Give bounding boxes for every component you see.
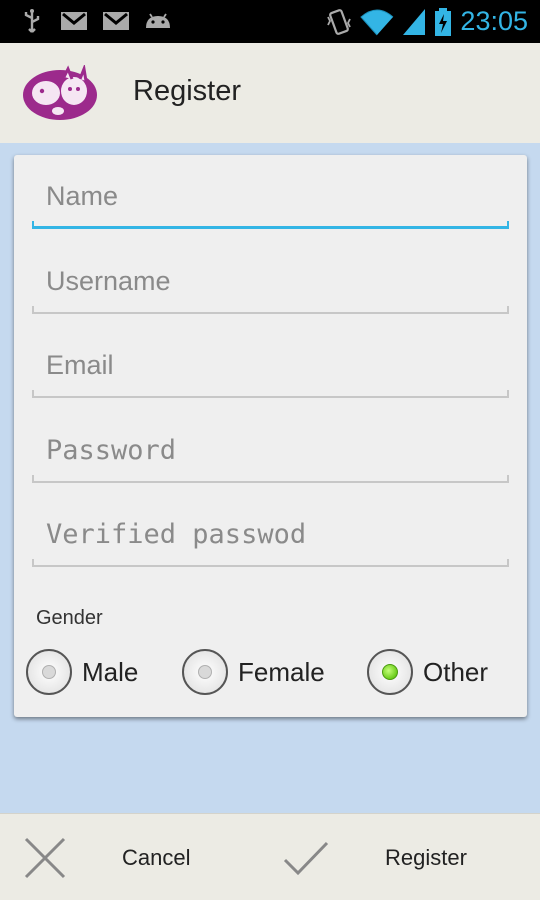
verify-password-input-underline [32, 559, 509, 567]
register-form-card: Gender Male Female Other [14, 155, 527, 717]
radio-button-female[interactable] [182, 649, 228, 695]
email-field-container [32, 340, 509, 398]
password-input[interactable] [32, 425, 509, 475]
gender-radio-male[interactable]: Male [26, 647, 138, 697]
radio-button-male[interactable] [26, 649, 72, 695]
cancel-button[interactable]: Cancel [22, 814, 190, 900]
wifi-icon [360, 9, 394, 35]
battery-charging-icon [435, 7, 452, 36]
gender-radio-female[interactable]: Female [182, 647, 325, 697]
email-input-underline [32, 390, 509, 398]
signal-icon [403, 8, 426, 35]
usb-icon [24, 9, 40, 33]
radio-button-other[interactable] [367, 649, 413, 695]
action-bar: Register [0, 43, 540, 143]
close-icon [24, 837, 66, 878]
password-field-container [32, 425, 509, 483]
gmail-icon [103, 12, 129, 30]
page-title: Register [133, 75, 241, 107]
name-input[interactable] [32, 171, 509, 221]
radio-label-other: Other [423, 656, 489, 687]
name-input-underline [32, 221, 509, 229]
vibrate-icon [327, 8, 352, 35]
username-field-container [32, 256, 509, 314]
clock: 23:05 [460, 6, 528, 36]
radio-label-male: Male [82, 656, 139, 687]
name-field-container [32, 171, 509, 229]
gender-label: Gender [36, 607, 103, 629]
pets-logo-icon[interactable] [20, 65, 98, 121]
email-input[interactable] [32, 340, 509, 390]
gmail-icon [61, 12, 87, 30]
password-input-underline [32, 475, 509, 483]
username-input-underline [32, 306, 509, 314]
verify-password-input[interactable] [32, 509, 509, 559]
status-bar: 23:05 [0, 0, 540, 43]
bottom-action-bar: Cancel Register [0, 813, 540, 900]
notification-icons [18, 8, 172, 34]
system-icons: 23:05 [326, 6, 528, 37]
verify-password-field-container [32, 509, 509, 567]
register-label: Register [385, 844, 467, 870]
radio-label-female: Female [238, 656, 325, 687]
android-icon [146, 13, 170, 28]
cancel-label: Cancel [122, 844, 191, 870]
username-input[interactable] [32, 256, 509, 306]
content-area: Gender Male Female Other [0, 143, 540, 813]
checkmark-icon [283, 841, 329, 875]
register-button[interactable]: Register [283, 814, 467, 900]
gender-radio-other[interactable]: Other [367, 647, 488, 697]
